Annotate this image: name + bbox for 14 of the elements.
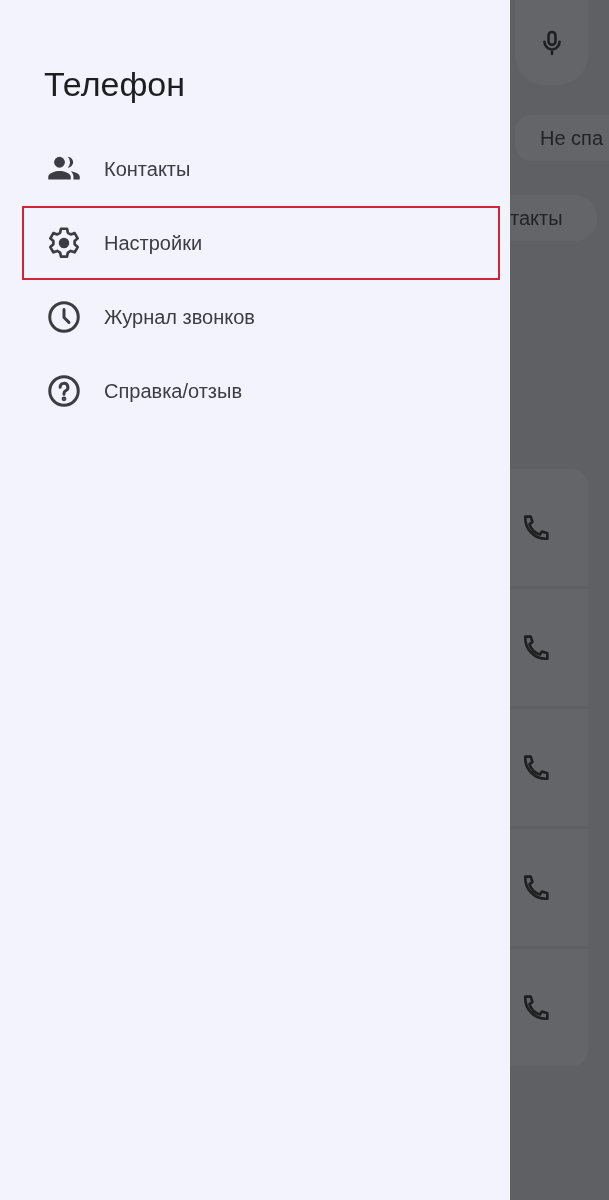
clock-icon: [46, 299, 82, 335]
menu-item[interactable]: Настройки: [22, 206, 500, 280]
voice-search-button[interactable]: [515, 0, 588, 85]
menu-item[interactable]: Журнал звонков: [22, 280, 500, 354]
contact-card[interactable]: [510, 829, 588, 946]
contact-card[interactable]: [510, 709, 588, 826]
contact-card[interactable]: [510, 589, 588, 706]
menu-item[interactable]: Справка/отзыв: [22, 354, 500, 428]
app-title: Телефон: [44, 64, 187, 105]
help-icon: [46, 373, 82, 409]
contact-card[interactable]: [510, 469, 588, 586]
contact-card[interactable]: [510, 949, 588, 1066]
settings-icon: [46, 225, 82, 261]
menu-item[interactable]: Контакты: [22, 132, 500, 206]
